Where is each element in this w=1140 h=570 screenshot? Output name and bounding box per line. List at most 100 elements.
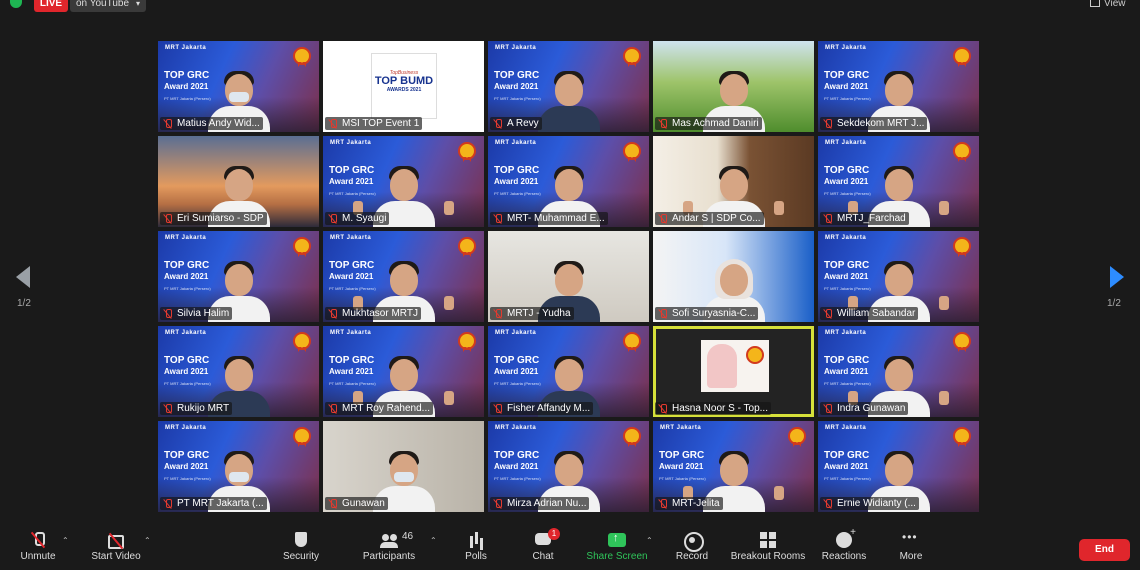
participant-name-label: Silvia Halim	[160, 307, 233, 320]
chat-unread-badge: 1	[548, 528, 560, 540]
more-button[interactable]: More	[898, 530, 924, 570]
participant-name-label: Matius Andy Wid...	[160, 117, 263, 130]
share-options-chevron-icon[interactable]: ⌃	[646, 536, 653, 545]
participant-tile[interactable]: Mas Achmad Daniri	[653, 41, 814, 132]
next-page-arrow-icon[interactable]	[1110, 266, 1124, 288]
award-title: TOP GRC	[824, 70, 870, 81]
participant-tile[interactable]: MRT Jakarta TOP GRC Award 2021 PT MRT Jakar…	[158, 421, 319, 512]
participants-options-chevron-icon[interactable]: ⌃	[430, 536, 437, 545]
participant-tile[interactable]: MRT Jakarta TOP GRC Award 2021 PT MRT Jakar…	[488, 326, 649, 417]
participant-tile[interactable]: Eri Sumiarso - SDP	[158, 136, 319, 227]
mrt-logo: MRT Jakarta	[165, 425, 207, 431]
live-badge[interactable]: LIVE	[34, 0, 68, 12]
participant-name-label: PT MRT Jakarta (...	[160, 497, 267, 510]
breakout-rooms-button[interactable]: Breakout Rooms	[730, 532, 806, 570]
participant-tile[interactable]: TopBusiness TOP BUMD AWARDS 2021 MSI TOP Ev…	[323, 41, 484, 132]
share-screen-label: Share Screen	[586, 551, 648, 562]
record-icon	[683, 532, 704, 552]
award-medal-icon	[293, 47, 311, 69]
previous-page-arrow-icon[interactable]	[16, 266, 30, 288]
participant-name: Mukhtasor MRTJ	[342, 308, 418, 319]
participant-tile[interactable]: MRT Jakarta TOP GRC Award 2021 PT MRT Jakar…	[818, 136, 979, 227]
participant-tile[interactable]: MRT Jakarta TOP GRC Award 2021 PT MRT Jakar…	[818, 326, 979, 417]
participant-name-label: Rukijo MRT	[160, 402, 233, 415]
participant-name: PT MRT Jakarta (...	[177, 498, 264, 509]
muted-microphone-icon	[163, 308, 173, 319]
video-options-chevron-icon[interactable]: ⌃	[144, 536, 151, 545]
participant-tile[interactable]: MRT Jakarta TOP GRC Award 2021 PT MRT Jakar…	[158, 41, 319, 132]
participant-tile[interactable]: Hasna Noor S - Top...	[653, 326, 814, 417]
thumbs-up-icon	[939, 391, 949, 405]
gallery-grid: MRT Jakarta TOP GRC Award 2021 PT MRT Jakar…	[158, 41, 982, 515]
participant-tile[interactable]: MRT Jakarta TOP GRC Award 2021 PT MRT Jakar…	[158, 326, 319, 417]
participant-name: Sofi Suryasnia-C...	[672, 308, 756, 319]
participant-tile[interactable]: MRT Jakarta TOP GRC Award 2021 PT MRT Jakar…	[488, 421, 649, 512]
participants-label: Participants	[362, 551, 416, 562]
muted-microphone-icon	[823, 498, 833, 509]
award-medal-icon	[458, 237, 476, 259]
participant-tile[interactable]: MRT Jakarta TOP GRC Award 2021 PT MRT Jakar…	[818, 231, 979, 322]
participant-name: William Sabandar	[837, 308, 916, 319]
record-label: Record	[675, 551, 709, 562]
mrt-logo: MRT Jakarta	[330, 140, 372, 146]
mrt-logo: MRT Jakarta	[495, 140, 537, 146]
start-video-button[interactable]: Start Video	[88, 532, 144, 570]
participant-name: Rukijo MRT	[177, 403, 230, 414]
security-label: Security	[282, 551, 320, 562]
award-title: TOP GRC	[824, 355, 870, 366]
audio-options-chevron-icon[interactable]: ⌃	[62, 536, 69, 545]
participant-tile[interactable]: MRT Jakarta TOP GRC Award 2021 PT MRT Jakar…	[323, 136, 484, 227]
mrt-logo: MRT Jakarta	[330, 235, 372, 241]
award-title: TOP GRC	[494, 70, 540, 81]
muted-microphone-icon	[328, 118, 338, 129]
participant-name-label: William Sabandar	[820, 307, 919, 320]
participant-name-label: Ernie Widianty (...	[820, 497, 919, 510]
participant-tile[interactable]: MRTJ - Yudha	[488, 231, 649, 322]
participant-name-label: Fisher Affandy M...	[490, 402, 594, 415]
unmute-button[interactable]: Unmute	[18, 532, 58, 570]
participant-name: MRT-Jelita	[672, 498, 720, 509]
award-title: TOP GRC	[824, 260, 870, 271]
breakout-rooms-label: Breakout Rooms	[730, 551, 806, 562]
participant-tile[interactable]: MRT Jakarta TOP GRC Award 2021 PT MRT Jakar…	[818, 41, 979, 132]
view-button[interactable]: View	[1090, 0, 1126, 12]
thumbs-up-icon	[444, 201, 454, 215]
participant-name-label: A Revy	[490, 117, 542, 130]
participant-tile[interactable]: MRT Jakarta TOP GRC Award 2021 PT MRT Jakar…	[488, 41, 649, 132]
participant-tile[interactable]: MRT Jakarta TOP GRC Award 2021 PT MRT Jakar…	[158, 231, 319, 322]
participant-name: MRTJ_Farchad	[837, 213, 906, 224]
participant-tile[interactable]: MRT Jakarta TOP GRC Award 2021 PT MRT Jakar…	[818, 421, 979, 512]
participant-name-label: Sekdekom MRT J...	[820, 117, 928, 130]
participant-name: Andar S | SDP Co...	[672, 213, 761, 224]
end-meeting-button[interactable]: End	[1079, 539, 1130, 561]
polls-button[interactable]: Polls	[462, 532, 490, 570]
award-title: TOP GRC	[164, 260, 210, 271]
thumbs-up-icon	[444, 296, 454, 310]
participant-tile[interactable]: Sofi Suryasnia-C...	[653, 231, 814, 322]
record-button[interactable]: Record	[674, 532, 710, 570]
award-medal-icon	[953, 142, 971, 164]
participant-name: A Revy	[507, 118, 539, 129]
live-stream-dropdown[interactable]: on YouTube ▾	[70, 0, 146, 12]
grid-view-icon	[1090, 0, 1100, 8]
participant-tile[interactable]: MRT Jakarta TOP GRC Award 2021 PT MRT Jakar…	[323, 326, 484, 417]
muted-microphone-icon	[163, 498, 173, 509]
participant-name-label: Sofi Suryasnia-C...	[655, 307, 759, 320]
start-video-label: Start Video	[91, 551, 141, 562]
muted-microphone-icon	[163, 213, 173, 224]
participant-tile[interactable]: MRT Jakarta TOP GRC Award 2021 PT MRT Jakar…	[323, 231, 484, 322]
participant-tile[interactable]: Andar S | SDP Co...	[653, 136, 814, 227]
reactions-button[interactable]: Reactions	[820, 527, 868, 570]
participants-count: 46	[402, 531, 414, 542]
participant-tile[interactable]: MRT Jakarta TOP GRC Award 2021 PT MRT Jakar…	[488, 136, 649, 227]
muted-microphone-icon	[823, 403, 833, 414]
participant-name: Silvia Halim	[177, 308, 230, 319]
muted-microphone-icon	[658, 213, 668, 224]
participant-tile[interactable]: Gunawan	[323, 421, 484, 512]
mrt-logo: MRT Jakarta	[825, 45, 867, 51]
muted-microphone-icon	[658, 403, 668, 414]
top-bumd-logo: TopBusiness TOP BUMD AWARDS 2021	[371, 53, 437, 119]
security-button[interactable]: Security	[280, 532, 322, 570]
share-screen-button[interactable]: Share Screen	[586, 532, 648, 570]
participant-tile[interactable]: MRT Jakarta TOP GRC Award 2021 PT MRT Jakar…	[653, 421, 814, 512]
